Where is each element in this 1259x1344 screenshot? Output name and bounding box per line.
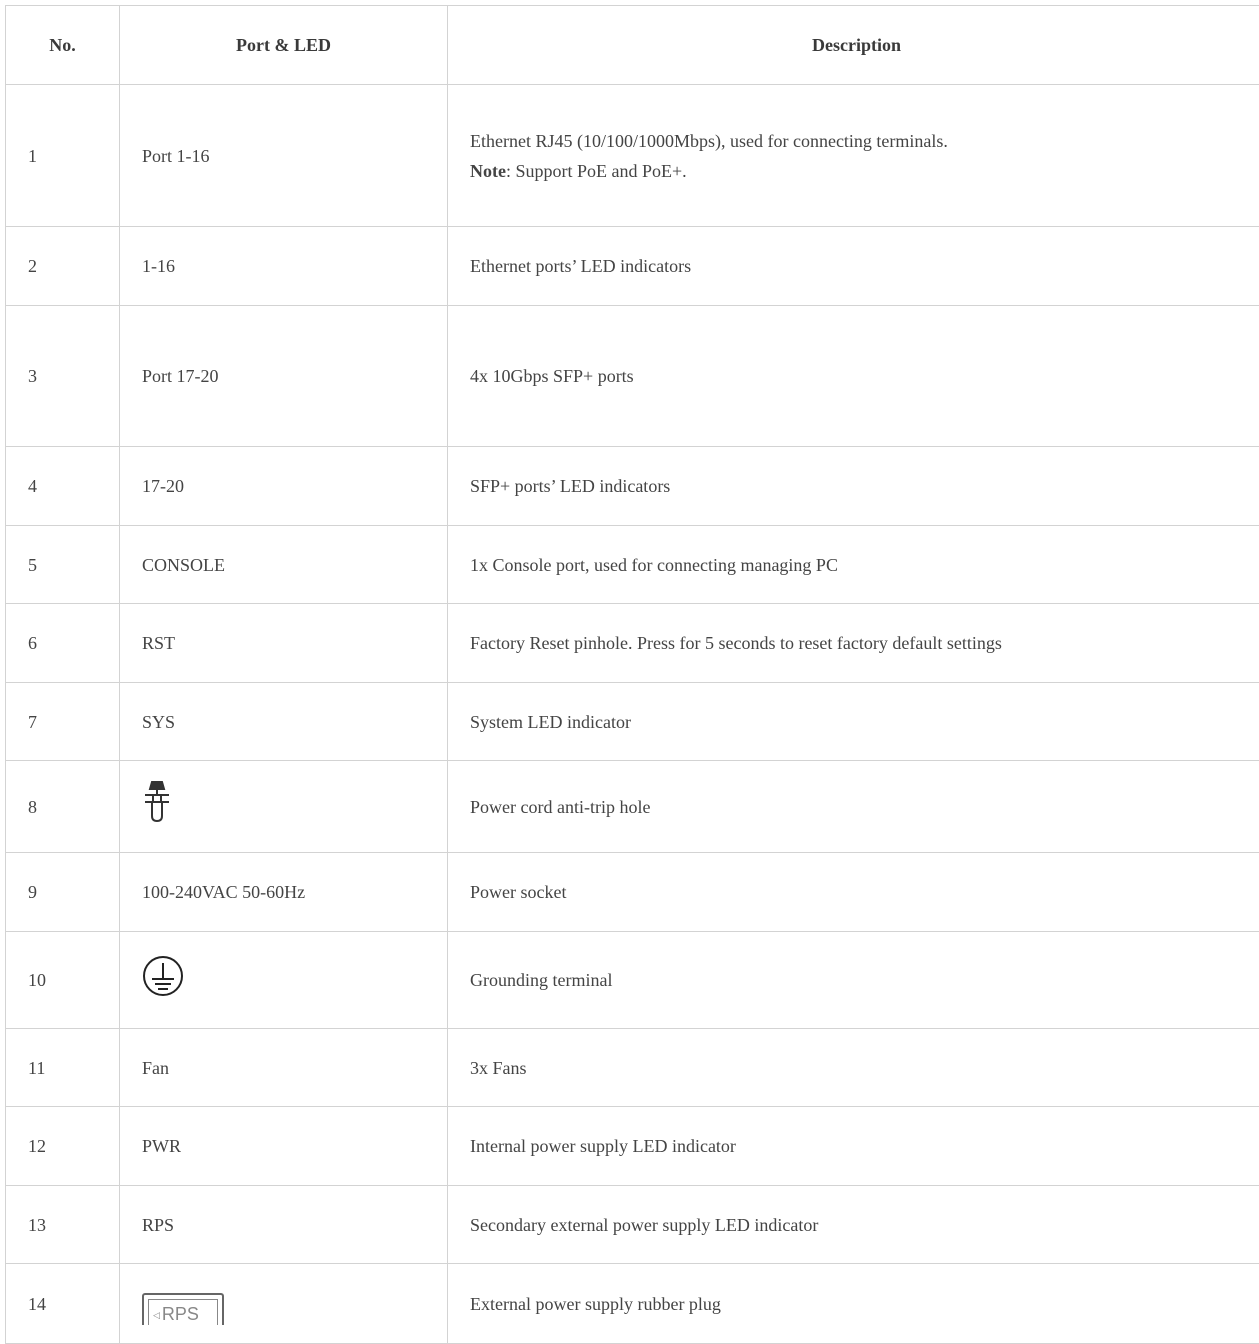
row-port: SYS [120, 683, 448, 761]
table-row: 13 RPS Secondary external power supply L… [6, 1186, 1259, 1264]
row-number: 10 [6, 932, 120, 1029]
table-row: 5 CONSOLE 1x Console port, used for conn… [6, 526, 1259, 604]
row-number: 6 [6, 604, 120, 683]
table-header-row: No. Port & LED Description [6, 6, 1259, 85]
rps-plug-label: RPS [162, 1304, 199, 1324]
row-description: External power supply rubber plug [448, 1264, 1259, 1344]
row-port: Port 17-20 [120, 306, 448, 447]
note-label: Note [470, 161, 506, 181]
row-port: Port 1-16 [120, 85, 448, 227]
table-row: 11 Fan 3x Fans [6, 1029, 1259, 1107]
table-row: 9 100-240VAC 50-60Hz Power socket [6, 853, 1259, 932]
anti-trip-hole-icon [142, 779, 172, 834]
table-row: 12 PWR Internal power supply LED indicat… [6, 1107, 1259, 1186]
row-description: 3x Fans [448, 1029, 1259, 1107]
triangle-left-icon: ◁ [153, 1310, 160, 1320]
row-port: 100-240VAC 50-60Hz [120, 853, 448, 932]
row-port: CONSOLE [120, 526, 448, 604]
row-description: Ethernet ports’ LED indicators [448, 227, 1259, 306]
row-number: 14 [6, 1264, 120, 1344]
table-row: 1 Port 1-16 Ethernet RJ45 (10/100/1000Mb… [6, 85, 1259, 227]
row-port [120, 761, 448, 853]
row-port: 1-16 [120, 227, 448, 306]
row-number: 1 [6, 85, 120, 227]
row-description: Ethernet RJ45 (10/100/1000Mbps), used fo… [448, 85, 1259, 227]
note-text: : Support PoE and PoE+. [506, 161, 687, 181]
port-led-table-container: No. Port & LED Description 1 Port 1-16 E… [5, 5, 1259, 1344]
table-row: 4 17-20 SFP+ ports’ LED indicators [6, 447, 1259, 526]
row-description: SFP+ ports’ LED indicators [448, 447, 1259, 526]
row-number: 4 [6, 447, 120, 526]
table-row: 2 1-16 Ethernet ports’ LED indicators [6, 227, 1259, 306]
row-description: Power socket [448, 853, 1259, 932]
row-description-text: Ethernet RJ45 (10/100/1000Mbps), used fo… [470, 126, 1259, 156]
row-number: 3 [6, 306, 120, 447]
table-row: 8 Power cord anti-tri [6, 761, 1259, 853]
header-no: No. [6, 6, 120, 85]
row-port: Fan [120, 1029, 448, 1107]
row-description: 4x 10Gbps SFP+ ports [448, 306, 1259, 447]
table-row: 6 RST Factory Reset pinhole. Press for 5… [6, 604, 1259, 683]
row-note: Note: Support PoE and PoE+. [470, 156, 1259, 186]
row-port [120, 932, 448, 1029]
row-number: 7 [6, 683, 120, 761]
row-port: 17-20 [120, 447, 448, 526]
row-number: 11 [6, 1029, 120, 1107]
table-row: 10 Grounding terminal [6, 932, 1259, 1029]
row-port: ◁RPS [120, 1264, 448, 1344]
row-number: 9 [6, 853, 120, 932]
row-port: RST [120, 604, 448, 683]
row-description: System LED indicator [448, 683, 1259, 761]
table-row: 14 ◁RPS External power supply rubber plu… [6, 1264, 1259, 1344]
ground-icon [142, 955, 184, 1006]
table-row: 7 SYS System LED indicator [6, 683, 1259, 761]
port-led-table: No. Port & LED Description 1 Port 1-16 E… [5, 5, 1259, 1344]
row-description: Factory Reset pinhole. Press for 5 secon… [448, 604, 1259, 683]
row-port: PWR [120, 1107, 448, 1186]
rps-plug-icon: ◁RPS [142, 1293, 224, 1325]
row-description: Grounding terminal [448, 932, 1259, 1029]
row-number: 8 [6, 761, 120, 853]
row-number: 2 [6, 227, 120, 306]
header-port-led: Port & LED [120, 6, 448, 85]
row-description: 1x Console port, used for connecting man… [448, 526, 1259, 604]
row-number: 5 [6, 526, 120, 604]
row-description: Internal power supply LED indicator [448, 1107, 1259, 1186]
row-description: Power cord anti-trip hole [448, 761, 1259, 853]
table-row: 3 Port 17-20 4x 10Gbps SFP+ ports [6, 306, 1259, 447]
row-number: 13 [6, 1186, 120, 1264]
header-description: Description [448, 6, 1259, 85]
row-description: Secondary external power supply LED indi… [448, 1186, 1259, 1264]
row-port: RPS [120, 1186, 448, 1264]
row-number: 12 [6, 1107, 120, 1186]
